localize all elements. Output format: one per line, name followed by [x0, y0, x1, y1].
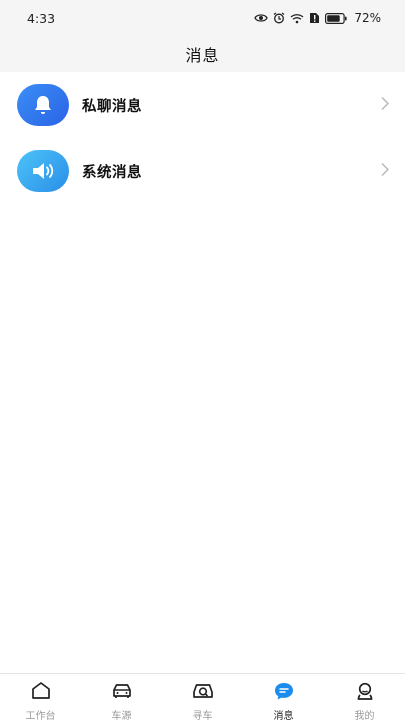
- car-icon: [110, 681, 134, 705]
- chevron-right-icon: [381, 162, 390, 181]
- eye-icon: [254, 13, 269, 23]
- tab-profile[interactable]: 我的: [324, 674, 405, 720]
- status-bar: 4:33 72%: [0, 0, 405, 36]
- battery-icon: [325, 12, 347, 24]
- tab-messages[interactable]: 消息: [243, 674, 324, 720]
- alarm-icon: [273, 12, 285, 24]
- car-search-icon: [191, 681, 215, 705]
- tab-label: 寻车: [192, 711, 213, 720]
- wifi-icon: [290, 13, 304, 24]
- tab-label: 消息: [273, 711, 294, 720]
- tab-find-car[interactable]: 寻车: [162, 674, 243, 720]
- list-item-label: 系统消息: [82, 164, 142, 181]
- battery-percent: 72%: [354, 11, 381, 25]
- page-title: 消息: [185, 46, 220, 65]
- tab-label: 工作台: [25, 711, 56, 720]
- status-time: 4:33: [27, 10, 56, 26]
- tab-label: 我的: [354, 711, 375, 720]
- chevron-right-icon: [381, 96, 390, 115]
- list-item-label: 私聊消息: [82, 98, 142, 115]
- tab-car-source[interactable]: 车源: [81, 674, 162, 720]
- list-item-system-messages[interactable]: 系统消息: [0, 138, 405, 204]
- bottom-tab-bar: 工作台 车源 寻车 消息 我的: [0, 673, 405, 720]
- list-item-private-messages[interactable]: 私聊消息: [0, 72, 405, 138]
- chat-icon: [273, 681, 295, 705]
- tab-label: 车源: [111, 711, 132, 720]
- user-icon: [354, 681, 376, 705]
- message-list: 私聊消息 系统消息: [0, 72, 405, 204]
- nav-bar: 消息: [0, 36, 405, 72]
- home-icon: [30, 681, 52, 705]
- bell-icon: [17, 84, 69, 126]
- speaker-icon: [17, 150, 69, 192]
- tab-workbench[interactable]: 工作台: [0, 674, 81, 720]
- sim-alert-icon: [309, 12, 320, 24]
- status-icons: 72%: [254, 11, 381, 25]
